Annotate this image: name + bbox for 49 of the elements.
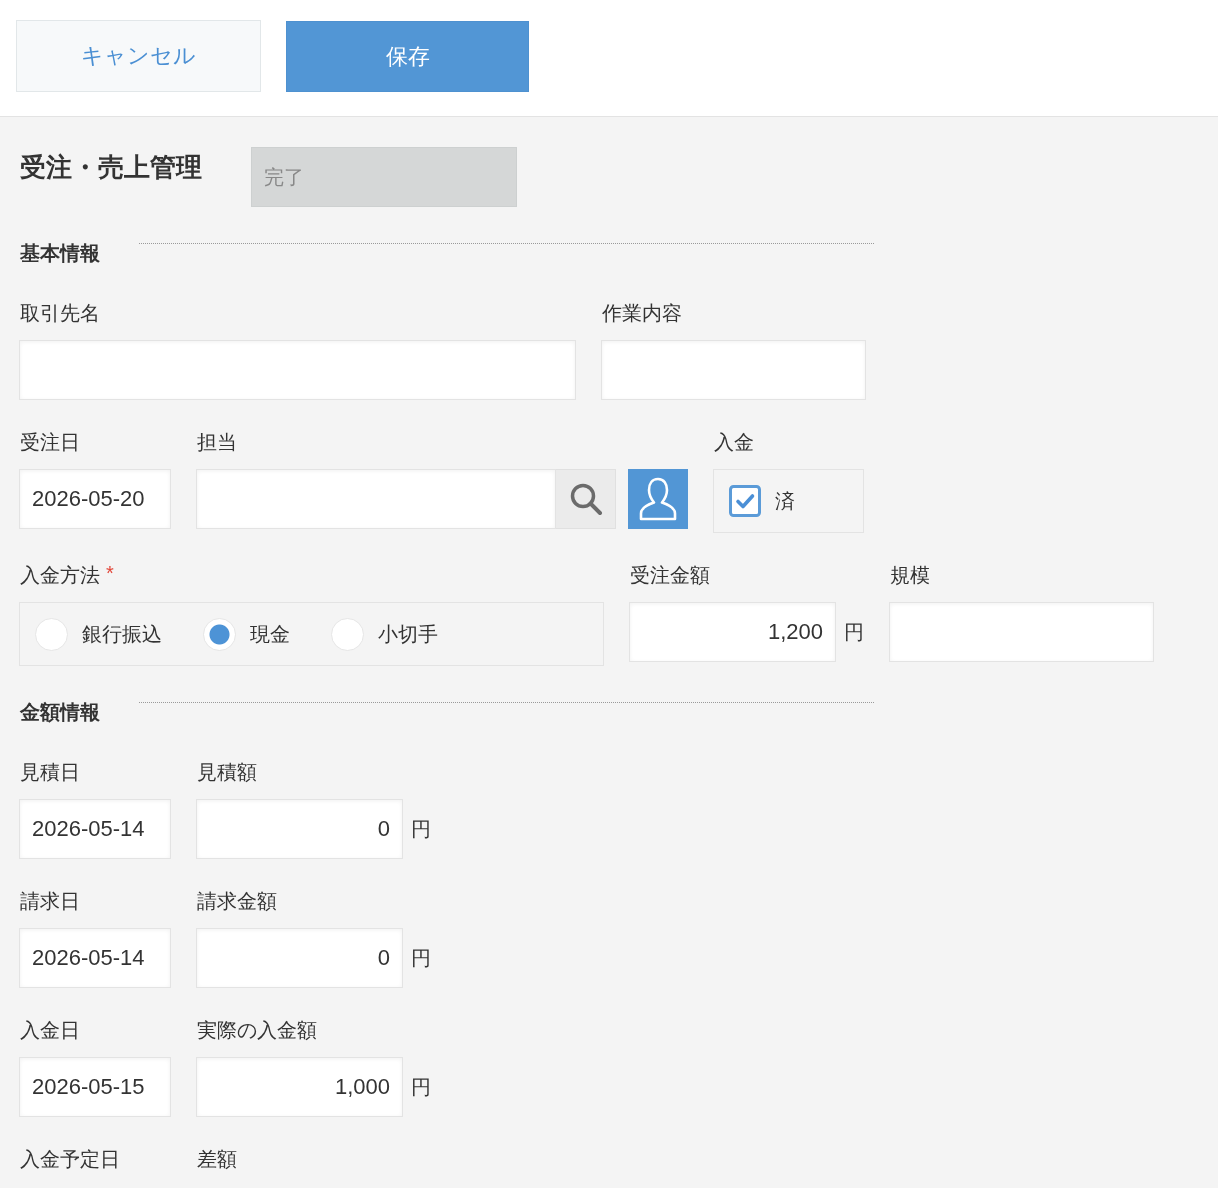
user-button[interactable] xyxy=(628,469,688,529)
checkbox-label: 済 xyxy=(775,489,795,513)
section-heading: 基本情報 xyxy=(20,242,100,264)
radio-label: 現金 xyxy=(250,622,290,646)
currency-unit: 円 xyxy=(411,817,431,841)
field-label: 実際の入金額 xyxy=(197,1018,317,1042)
field-label: 見積額 xyxy=(197,760,257,784)
currency-unit: 円 xyxy=(844,620,864,644)
field-label: 受注金額 xyxy=(630,563,710,587)
section-heading: 金額情報 xyxy=(20,701,100,723)
user-field[interactable] xyxy=(196,469,556,529)
radio-button[interactable] xyxy=(35,617,68,651)
search-icon xyxy=(568,482,603,516)
field-label: 取引先名 xyxy=(20,301,100,325)
field-label: 受注日 xyxy=(20,430,80,454)
date-field[interactable]: 2026-05-14 xyxy=(19,928,171,988)
radio-button[interactable] xyxy=(203,617,236,651)
person-icon xyxy=(638,477,678,521)
radio-button[interactable] xyxy=(331,617,364,651)
amount-field[interactable]: 1,200 xyxy=(629,602,836,662)
field-label: 請求日 xyxy=(20,889,80,913)
search-button[interactable] xyxy=(556,469,616,529)
amount-field[interactable]: 1,000 xyxy=(196,1057,403,1117)
amount-field[interactable]: 0 xyxy=(196,799,403,859)
text-field[interactable] xyxy=(19,340,576,400)
date-field[interactable]: 2026-05-20 xyxy=(19,469,171,529)
field-label: 差額 xyxy=(197,1147,237,1171)
date-field[interactable]: 2026-05-15 xyxy=(19,1057,171,1117)
field-label: 請求金額 xyxy=(197,889,277,913)
field-label: 入金 xyxy=(714,430,754,454)
checkbox[interactable] xyxy=(729,485,761,517)
currency-unit: 円 xyxy=(411,946,431,970)
status-field: 完了 xyxy=(251,147,517,207)
field-label: 担当 xyxy=(197,430,237,454)
date-field[interactable]: 2026-05-14 xyxy=(19,799,171,859)
form-title: 受注・売上管理 xyxy=(20,151,202,183)
amount-field[interactable]: 0 xyxy=(196,928,403,988)
field-label: 入金予定日 xyxy=(20,1147,120,1171)
currency-unit: 円 xyxy=(411,1075,431,1099)
text-field[interactable] xyxy=(601,340,866,400)
text-field[interactable] xyxy=(889,602,1154,662)
radio-label: 銀行振込 xyxy=(82,622,162,646)
field-label: 規模 xyxy=(890,563,930,587)
field-label: 入金方法 xyxy=(20,563,100,587)
field-label: 入金日 xyxy=(20,1018,80,1042)
radio-label: 小切手 xyxy=(378,622,438,646)
field-label: 作業内容 xyxy=(602,301,682,325)
field-label: 見積日 xyxy=(20,760,80,784)
required-mark: * xyxy=(106,563,114,583)
